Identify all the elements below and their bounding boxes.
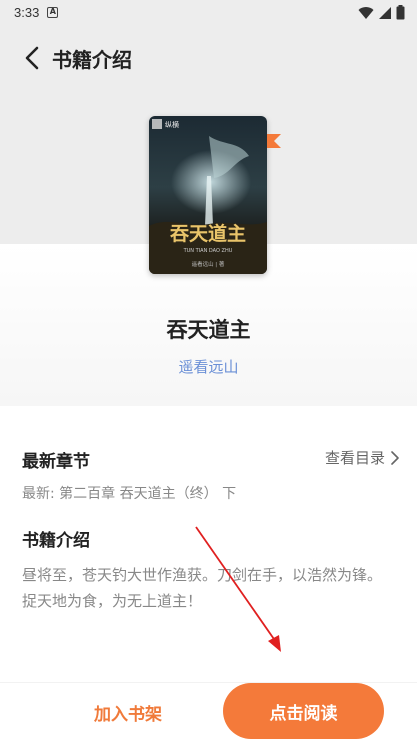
status-time: 3:33 [14, 4, 40, 20]
page-title: 书籍介绍 [52, 47, 132, 72]
read-button[interactable]: 点击阅读 [223, 683, 384, 739]
battery-icon [396, 5, 405, 20]
signal-icon [379, 6, 391, 19]
intro-heading: 书籍介绍 [22, 531, 90, 551]
intro-text: 昼将至，苍天钓大世作渔获。刀剑在手，以浩然为锋。捉天地为食，为无上道主！ [22, 566, 383, 610]
app-header: 书籍介绍 [0, 36, 417, 80]
status-icons [358, 5, 405, 20]
cover-pinyin: TUN TIAN DAO ZHU [183, 248, 233, 254]
chevron-left-icon [25, 46, 39, 70]
chevron-right-icon [391, 450, 399, 465]
back-button[interactable] [14, 36, 50, 80]
view-catalog-link[interactable]: 查看目录 [325, 447, 399, 468]
view-catalog-label: 查看目录 [324, 449, 385, 467]
book-cover: 纵横 吞天道主 TUN TIAN DAO ZHU 遥看远山 | 著 [149, 116, 267, 274]
cover-publisher: 纵横 [165, 120, 179, 129]
book-title: 吞天道主 [166, 318, 251, 342]
book-author[interactable]: 遥看远山 [0, 356, 417, 377]
latest-chapter-text[interactable]: 最新: 第二百章 吞天道主（终） 下 [22, 483, 236, 503]
latest-chapter-heading: 最新章节 [22, 452, 90, 472]
add-to-shelf-button[interactable]: 加入书架 [60, 685, 196, 739]
notification-icon: A [47, 6, 59, 18]
wifi-icon [358, 6, 374, 19]
bookmark-flag-icon [267, 134, 281, 148]
status-bar: 3:33 A [0, 0, 417, 24]
cover-title: 吞天道主 [170, 222, 246, 245]
cover-author: 遥看远山 | 著 [192, 260, 225, 268]
